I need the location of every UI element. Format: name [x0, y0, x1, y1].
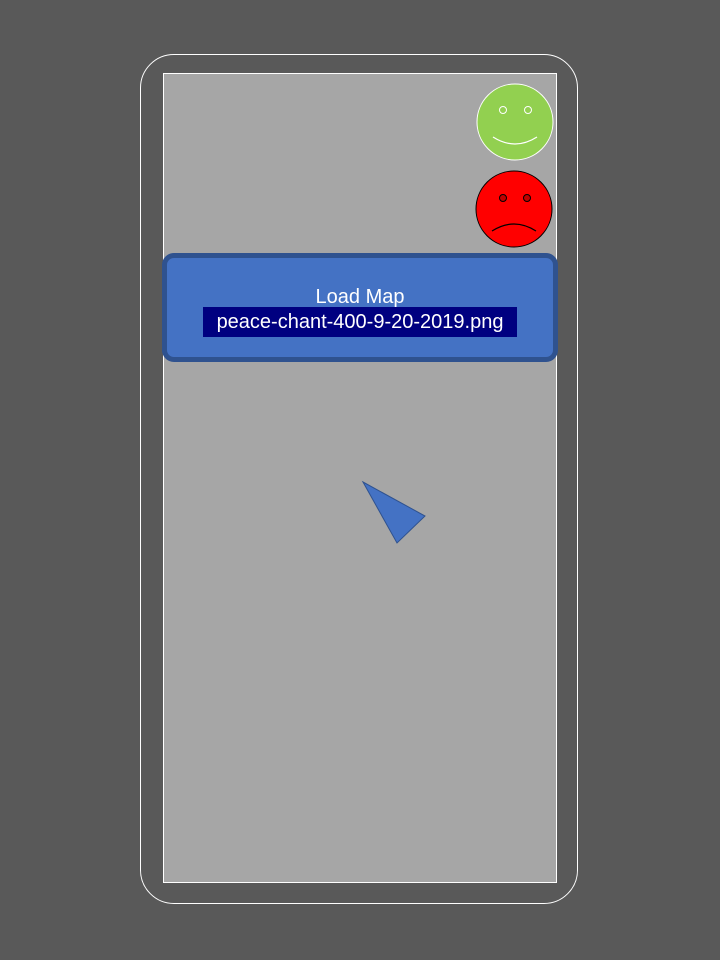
load-map-button[interactable]: Load Map peace-chant-400-9-20-2019.png [162, 253, 558, 362]
happy-face-icon[interactable] [476, 83, 554, 161]
sad-face-icon[interactable] [475, 170, 553, 248]
stage: Load Map peace-chant-400-9-20-2019.png [0, 0, 720, 960]
map-file-name[interactable]: peace-chant-400-9-20-2019.png [203, 307, 517, 337]
triangle-pointer-icon [360, 478, 430, 548]
load-map-label: Load Map [315, 286, 405, 308]
